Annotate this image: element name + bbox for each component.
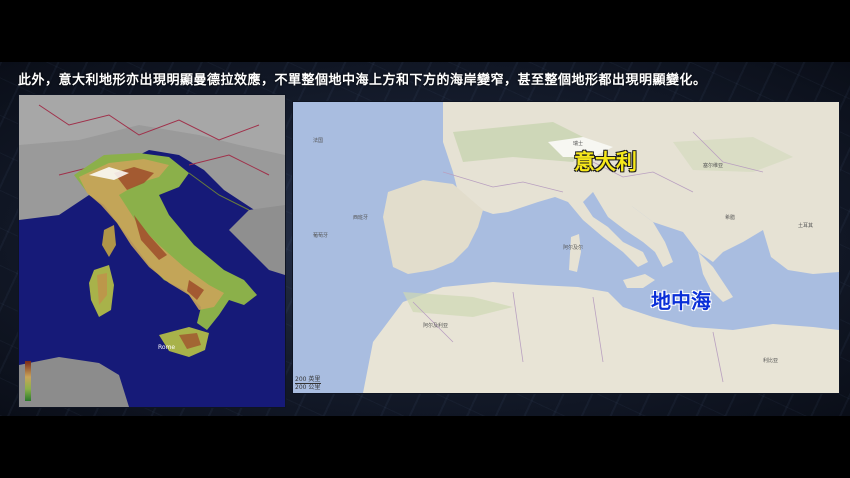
italy-label: 意大利	[574, 150, 637, 174]
rome-label: Rome	[158, 344, 176, 351]
mediterranean-map: 法国 西班牙 葡萄牙 瑞士 塞尔维亚 希腊 土耳其 阿尔及尔 阿尔及利亚 利比亚	[292, 101, 840, 394]
italy-relief-map: Rome	[18, 94, 286, 408]
scale-miles: 200 英里	[295, 376, 321, 384]
caption-text: 此外，意大利地形亦出現明顯曼德拉效應，不單整個地中海上方和下方的海岸變窄，甚至整…	[18, 73, 707, 88]
relief-map-graphic	[19, 95, 285, 407]
mediterranean-sea-label: 地中海	[651, 289, 711, 313]
scale-km: 200 公里	[295, 384, 321, 391]
map-scale: 200 英里 200 公里	[295, 376, 321, 391]
